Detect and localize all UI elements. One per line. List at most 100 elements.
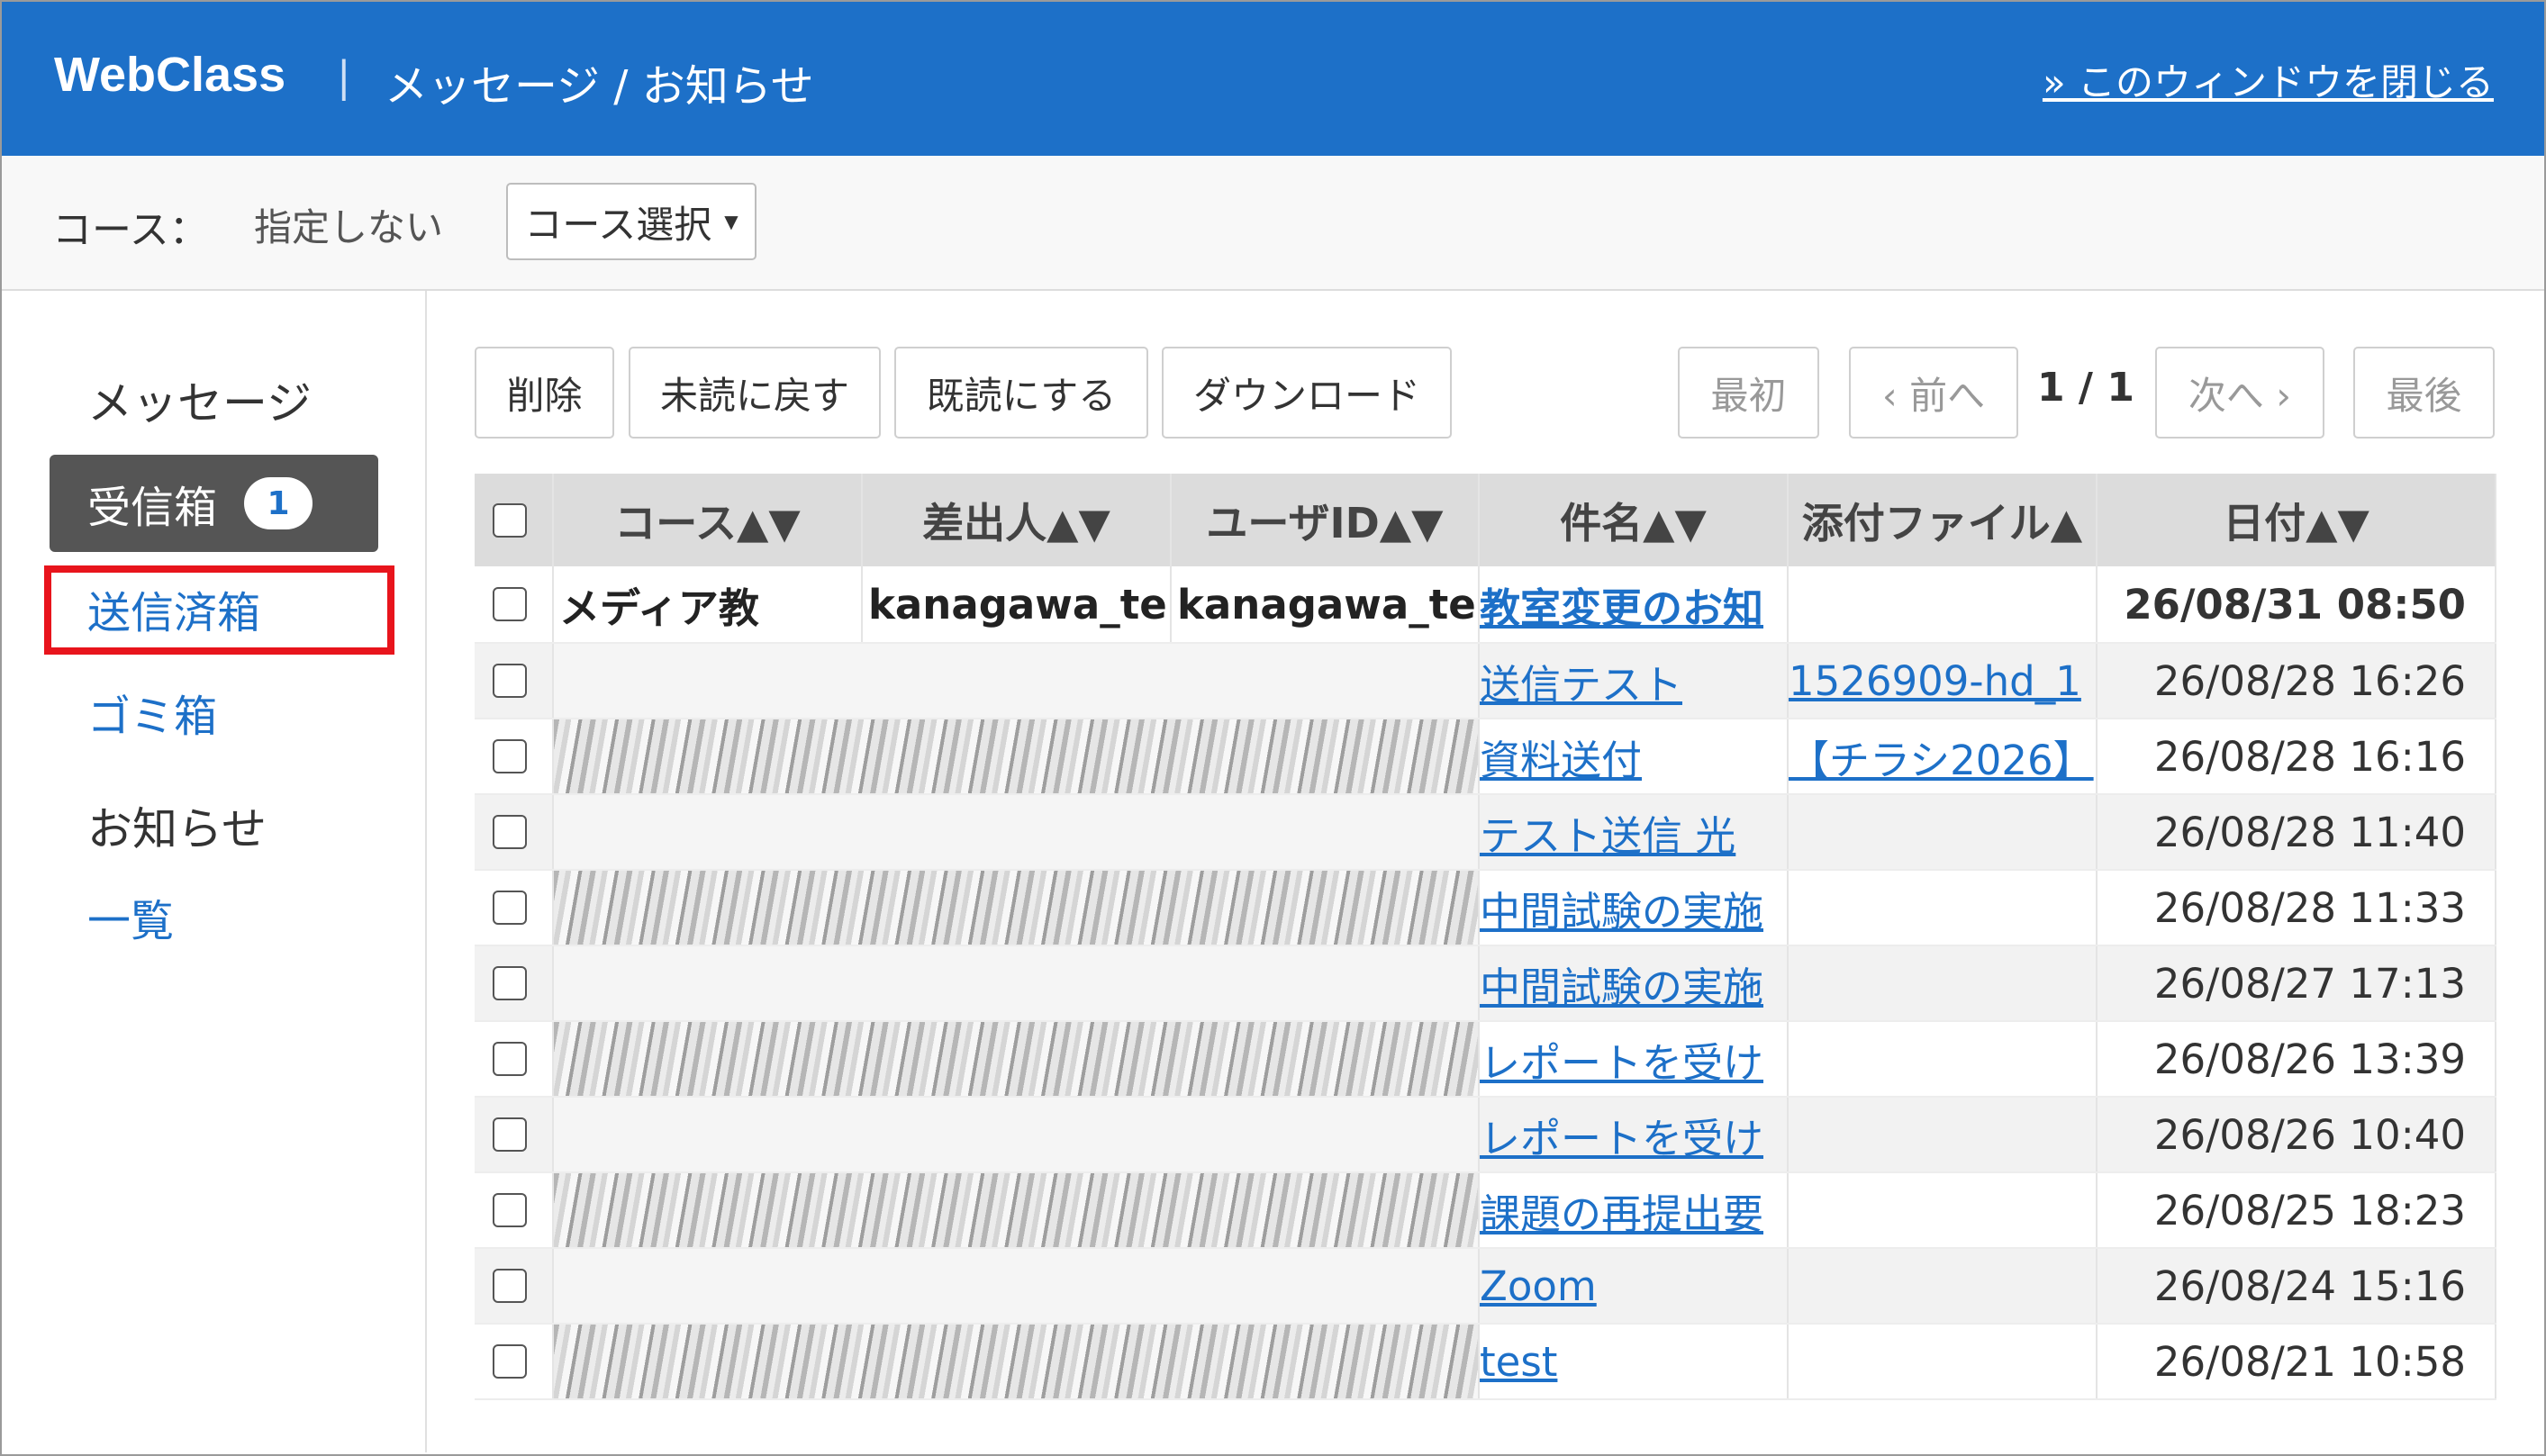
date-cell: 26/08/28 16:26 <box>2097 643 2496 719</box>
table-row[interactable]: レポートを受け 26/08/26 13:39 <box>475 1021 2496 1098</box>
row-checkbox[interactable] <box>493 587 527 621</box>
mark-unread-button[interactable]: 未読に戻す <box>629 347 881 439</box>
subject-cell: 課題の再提出要 <box>1479 1172 1789 1249</box>
course-column-header[interactable]: コース▲▼ <box>553 474 863 566</box>
date-cell: 26/08/28 16:16 <box>2097 719 2496 795</box>
caret-down-icon: ▼ <box>724 211 738 232</box>
subject-link[interactable]: 中間試験の実施 <box>1480 888 1763 936</box>
sidebar-item-inbox[interactable]: 受信箱 1 <box>50 455 378 552</box>
table-row[interactable]: test 26/08/21 10:58 <box>475 1324 2496 1400</box>
page-title: メッセージ / お知らせ <box>385 61 814 112</box>
select-all-cell <box>475 474 554 566</box>
attachment-link[interactable]: 1526909-hd_1 <box>1789 657 2081 705</box>
table-row[interactable]: 送信テスト 1526909-hd_1 26/08/28 16:26 <box>475 643 2496 719</box>
row-checkbox[interactable] <box>493 1269 527 1303</box>
last-page-button[interactable]: 最後 <box>2353 347 2495 439</box>
redacted-sender-info <box>553 643 1480 719</box>
sender-cell: kanagawa_te <box>862 566 1172 644</box>
subject-link[interactable]: 課題の再提出要 <box>1480 1190 1763 1238</box>
attachment-cell <box>1788 1324 2098 1400</box>
subject-cell: レポートを受け <box>1479 1021 1789 1098</box>
row-select-cell <box>475 1324 554 1400</box>
subject-link[interactable]: レポートを受け <box>1480 1039 1763 1087</box>
page-indicator: 1 / 1 <box>2037 365 2134 411</box>
date-column-header[interactable]: 日付▲▼ <box>2097 474 2496 566</box>
attachment-cell: 1526909-hd_1 <box>1788 643 2098 719</box>
attachment-column-header[interactable]: 添付ファイル▲ <box>1788 474 2098 566</box>
table-row[interactable]: 課題の再提出要 26/08/25 18:23 <box>475 1172 2496 1249</box>
table-row[interactable]: 中間試験の実施 26/08/27 17:13 <box>475 945 2496 1022</box>
subject-cell: 教室変更のお知 <box>1479 566 1789 644</box>
userid-column-header[interactable]: ユーザID▲▼ <box>1171 474 1480 566</box>
sender-column-header[interactable]: 差出人▲▼ <box>862 474 1172 566</box>
table-row[interactable]: Zoom 26/08/24 15:16 <box>475 1248 2496 1325</box>
attachment-cell <box>1788 1172 2098 1249</box>
subject-link[interactable]: Zoom <box>1480 1262 1597 1310</box>
highlight-box <box>44 565 394 655</box>
subject-link[interactable]: 教室変更のお知 <box>1480 584 1763 632</box>
date-cell: 26/08/26 13:39 <box>2097 1021 2496 1098</box>
redacted-sender-info <box>553 1248 1480 1325</box>
course-select-label: コース選択 <box>524 202 712 247</box>
app-header: WebClass | メッセージ / お知らせ » このウィンドウを閉じる <box>2 2 2544 156</box>
date-cell: 26/08/24 15:16 <box>2097 1248 2496 1325</box>
subject-cell: Zoom <box>1479 1248 1789 1325</box>
close-window-link[interactable]: » このウィンドウを閉じる <box>2043 52 2494 107</box>
attachment-cell <box>1788 1248 2098 1325</box>
unread-count-badge: 1 <box>244 477 313 529</box>
row-select-cell <box>475 643 554 719</box>
subject-link[interactable]: 資料送付 <box>1480 737 1642 784</box>
subject-link[interactable]: test <box>1480 1338 1557 1386</box>
subject-cell: 中間試験の実施 <box>1479 870 1789 946</box>
date-cell: 26/08/25 18:23 <box>2097 1172 2496 1249</box>
row-checkbox[interactable] <box>493 739 527 773</box>
redacted-sender-info <box>553 945 1480 1022</box>
prev-page-button[interactable]: ‹ 前へ <box>1849 347 2018 439</box>
subject-link[interactable]: テスト送信 光 <box>1480 812 1735 860</box>
first-page-button[interactable]: 最初 <box>1678 347 1819 439</box>
redacted-sender-info <box>553 870 1480 946</box>
row-checkbox[interactable] <box>493 1193 527 1227</box>
row-checkbox[interactable] <box>493 1344 527 1379</box>
select-all-checkbox[interactable] <box>493 502 527 538</box>
table-row[interactable]: テスト送信 光 26/08/28 11:40 <box>475 794 2496 871</box>
download-button[interactable]: ダウンロード <box>1162 347 1452 439</box>
inbox-label: 受信箱 <box>87 483 218 533</box>
table-row[interactable]: 資料送付 【チラシ2026】 26/08/28 16:16 <box>475 719 2496 795</box>
attachment-cell <box>1788 566 2098 644</box>
table-row[interactable]: メディア教 kanagawa_te kanagawa_te 教室変更のお知 26… <box>475 566 2496 644</box>
table-row[interactable]: レポートを受け 26/08/26 10:40 <box>475 1097 2496 1173</box>
row-select-cell <box>475 870 554 946</box>
sidebar-item-trash[interactable]: ゴミ箱 <box>87 681 217 744</box>
subject-link[interactable]: レポートを受け <box>1480 1115 1763 1162</box>
mark-read-button[interactable]: 既読にする <box>894 347 1148 439</box>
attachment-link[interactable]: 【チラシ2026】 <box>1789 737 2094 784</box>
redacted-sender-info <box>553 1324 1480 1400</box>
row-checkbox[interactable] <box>493 664 527 698</box>
subject-link[interactable]: 中間試験の実施 <box>1480 963 1763 1011</box>
date-cell: 26/08/21 10:58 <box>2097 1324 2496 1400</box>
next-page-button[interactable]: 次へ › <box>2155 347 2324 439</box>
course-value: 指定しない <box>254 205 444 249</box>
table-row[interactable]: 中間試験の実施 26/08/28 11:33 <box>475 870 2496 946</box>
row-checkbox[interactable] <box>493 891 527 925</box>
subject-column-header[interactable]: 件名▲▼ <box>1479 474 1789 566</box>
row-checkbox[interactable] <box>493 815 527 849</box>
subject-link[interactable]: 送信テスト <box>1480 661 1682 709</box>
attachment-cell: 【チラシ2026】 <box>1788 719 2098 795</box>
row-select-cell <box>475 945 554 1022</box>
header-separator: | <box>337 52 351 101</box>
redacted-sender-info <box>553 1021 1480 1098</box>
row-checkbox[interactable] <box>493 1042 527 1076</box>
sidebar-item-notice-list[interactable]: 一覧 <box>87 885 174 948</box>
course-label: コース： <box>52 207 209 253</box>
course-select-button[interactable]: コース選択 ▼ <box>506 183 757 260</box>
row-checkbox[interactable] <box>493 966 527 1000</box>
notices-heading: お知らせ <box>87 803 267 855</box>
app-logo: WebClass <box>54 48 286 102</box>
delete-button[interactable]: 削除 <box>475 347 614 439</box>
row-select-cell <box>475 1172 554 1249</box>
subject-cell: テスト送信 光 <box>1479 794 1789 871</box>
row-checkbox[interactable] <box>493 1117 527 1152</box>
redacted-sender-info <box>553 1172 1480 1249</box>
